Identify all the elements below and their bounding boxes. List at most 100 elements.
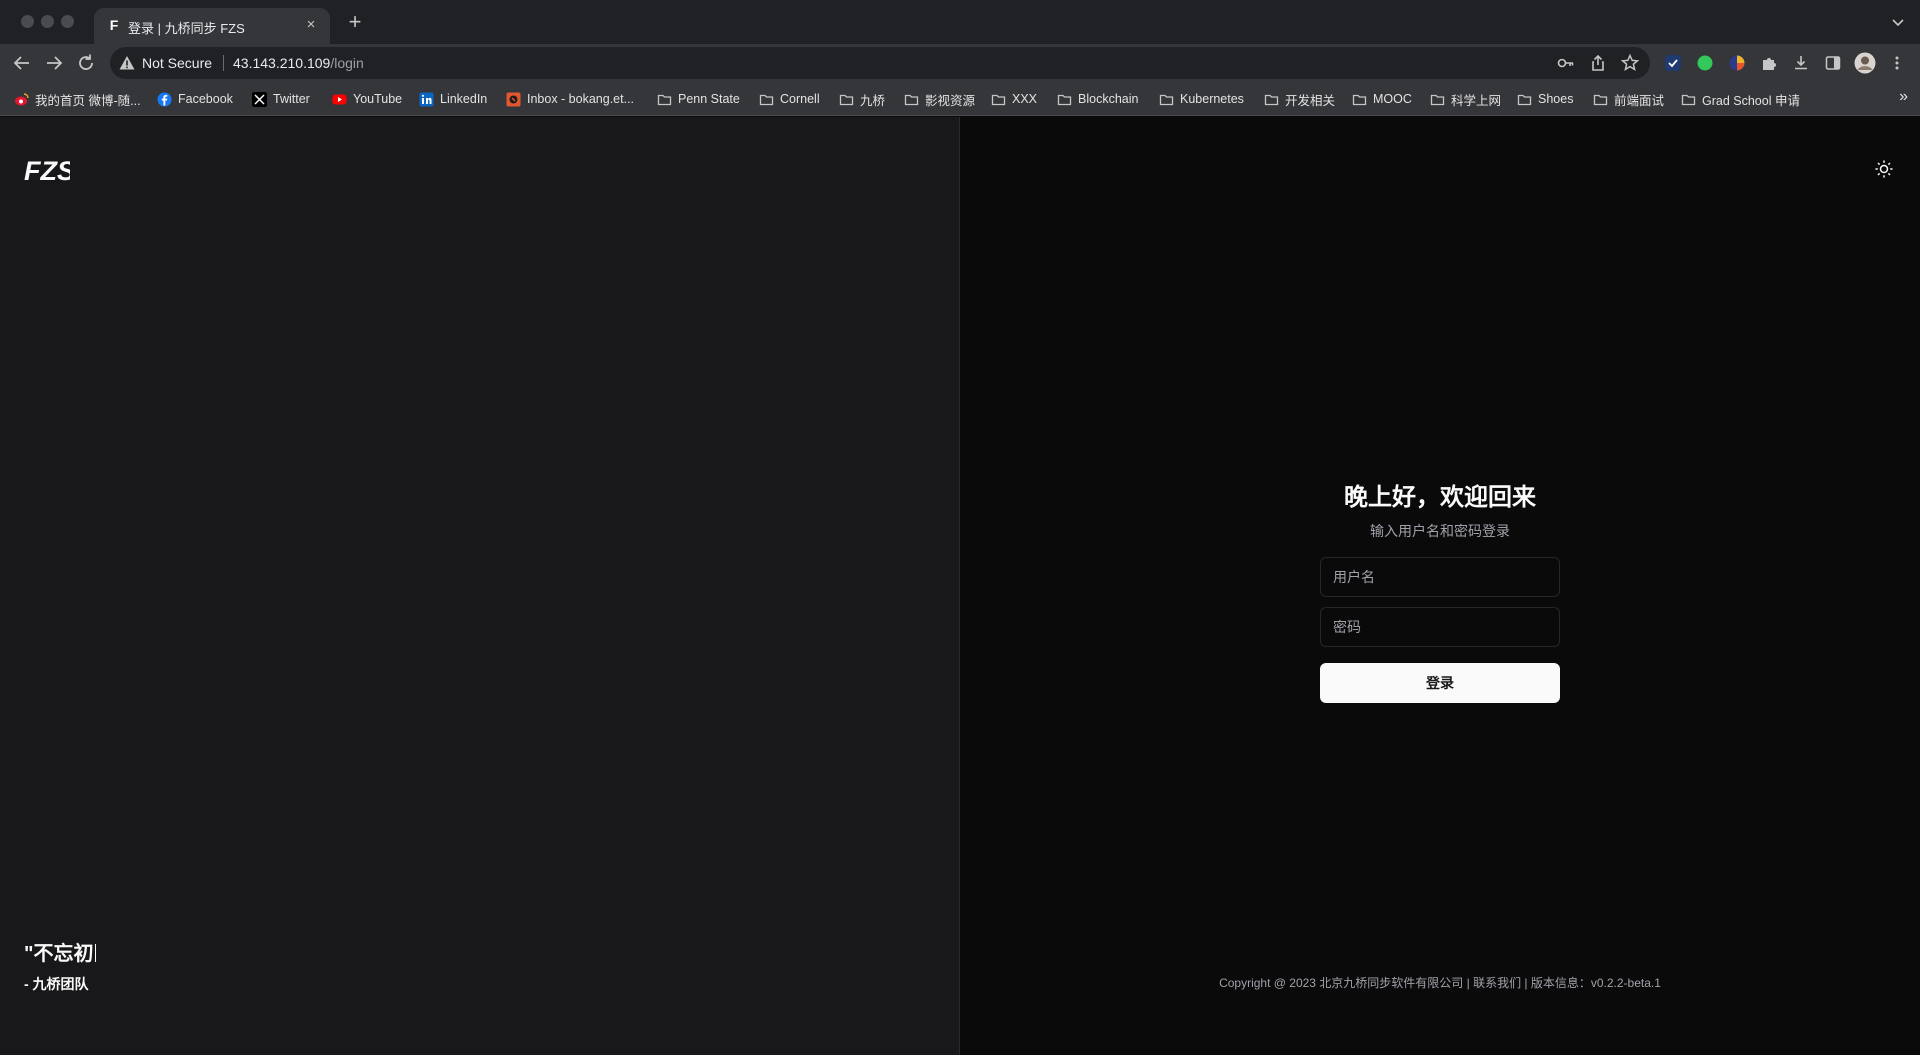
color-picker-extension-icon[interactable] xyxy=(1726,52,1748,74)
bookmark-folder-jiuqiao[interactable]: 九桥 xyxy=(839,90,885,108)
folder-icon xyxy=(1593,94,1608,105)
bookmark-label: YouTube xyxy=(353,92,403,106)
address-bar[interactable]: Not Secure 43.143.210.109/login xyxy=(110,47,1650,79)
bookmark-folder-kubernetes[interactable]: Kubernetes xyxy=(1159,90,1244,108)
new-tab-button[interactable]: + xyxy=(344,11,366,34)
url-host: 43.143.210.109 xyxy=(233,55,331,71)
folder-icon xyxy=(1517,94,1532,105)
login-form: 晚上好，欢迎回来 输入用户名和密码登录 登录 xyxy=(1320,477,1560,703)
forward-arrow-icon[interactable] xyxy=(42,51,66,75)
bookmark-folder-dev[interactable]: 开发相关 xyxy=(1264,90,1335,108)
browser-tab-active[interactable]: F 登录 | 九桥同步 FZS × xyxy=(94,8,330,44)
bookmark-label: LinkedIn xyxy=(440,92,488,106)
folder-icon xyxy=(1430,94,1445,105)
bookmark-label: Inbox - bokang.et... xyxy=(527,92,635,106)
fzs-logo: FZS xyxy=(24,156,70,185)
bookmark-youtube[interactable]: YouTube xyxy=(332,90,402,108)
bookmark-label: Penn State xyxy=(678,92,740,106)
bookmark-folder-grad-school[interactable]: Grad School 申请 xyxy=(1681,90,1800,108)
folder-icon xyxy=(1159,94,1174,105)
brand-panel: FZS "不忘初 - 九桥团队 xyxy=(0,117,960,1055)
security-status-label[interactable]: Not Secure xyxy=(142,55,212,71)
browser-menu-icon[interactable] xyxy=(1886,52,1908,74)
url-path: /login xyxy=(330,55,364,71)
typing-caret xyxy=(95,944,97,962)
folder-icon xyxy=(839,94,854,105)
tab-favicon-icon: F xyxy=(109,17,119,33)
bookmark-label: Shoes xyxy=(1538,92,1574,106)
warning-triangle-icon[interactable] xyxy=(118,54,136,72)
bookmark-weibo[interactable]: 我的首页 微博-随... xyxy=(14,90,141,108)
maximize-window-button[interactable] xyxy=(61,15,74,28)
bookmark-linkedin[interactable]: LinkedIn xyxy=(419,90,487,108)
folder-icon xyxy=(1057,94,1072,105)
bookmark-star-icon[interactable] xyxy=(1620,53,1640,73)
download-icon[interactable] xyxy=(1790,52,1812,74)
svg-text:FZS: FZS xyxy=(24,156,70,185)
folder-icon xyxy=(1352,94,1367,105)
bookmark-label: 科学上网 xyxy=(1451,93,1502,108)
login-title: 晚上好，欢迎回来 xyxy=(1344,484,1536,511)
bookmark-folder-mooc[interactable]: MOOC xyxy=(1352,90,1412,108)
bookmark-folder-cornell[interactable]: Cornell xyxy=(759,90,820,108)
bookmark-inbox[interactable]: Inbox - bokang.et... xyxy=(506,90,634,108)
folder-icon xyxy=(904,94,919,105)
folder-icon xyxy=(759,94,774,105)
puzzle-extensions-icon[interactable] xyxy=(1758,52,1780,74)
bookmark-folder-shoes[interactable]: Shoes xyxy=(1517,90,1573,108)
bookmark-label: Twitter xyxy=(273,92,310,106)
password-key-icon[interactable] xyxy=(1556,53,1576,73)
tab-close-icon[interactable]: × xyxy=(302,16,320,34)
bookmark-label: 九桥 xyxy=(860,93,886,108)
extension-toolbar xyxy=(1662,52,1908,74)
folder-icon xyxy=(1264,94,1279,105)
folder-icon xyxy=(991,94,1006,105)
sun-theme-toggle-icon[interactable] xyxy=(1874,159,1894,179)
linkedin-icon xyxy=(419,92,434,106)
green-status-extension-icon[interactable] xyxy=(1694,52,1716,74)
bookmark-label: MOOC xyxy=(1373,92,1412,106)
folder-icon xyxy=(1681,94,1696,105)
username-input[interactable] xyxy=(1320,557,1560,597)
bookmark-folder-proxy[interactable]: 科学上网 xyxy=(1430,90,1501,108)
bookmark-facebook[interactable]: Facebook xyxy=(157,90,233,108)
share-icon[interactable] xyxy=(1588,53,1608,73)
copyright-footer: Copyright @ 2023 北京九桥同步软件有限公司 | 联系我们 | 版… xyxy=(1219,976,1661,990)
bookmark-folder-interview[interactable]: 前端面试 xyxy=(1593,90,1664,108)
bookmark-twitter[interactable]: Twitter xyxy=(252,90,310,108)
close-window-button[interactable] xyxy=(21,15,34,28)
weibo-icon xyxy=(15,92,29,105)
folder-icon xyxy=(657,94,672,105)
slogan-quote: "不忘初 xyxy=(24,937,97,966)
bookmark-folder-xxx[interactable]: XXX xyxy=(991,90,1037,108)
bookmark-label: Blockchain xyxy=(1078,92,1139,106)
password-input[interactable] xyxy=(1320,607,1560,647)
bookmark-label: XXX xyxy=(1012,92,1038,106)
x-twitter-icon xyxy=(252,91,267,107)
login-subtitle: 输入用户名和密码登录 xyxy=(1370,523,1510,539)
address-bar-actions xyxy=(1556,53,1640,73)
check-extension-icon[interactable] xyxy=(1662,52,1684,74)
bookmark-folder-media[interactable]: 影视资源 xyxy=(904,90,975,108)
profile-avatar[interactable] xyxy=(1854,52,1876,74)
bookmark-label: 开发相关 xyxy=(1285,93,1336,108)
bookmarks-overflow-button[interactable]: » xyxy=(1899,88,1908,106)
bookmarks-bar: 我的首页 微博-随... Facebook Twitter YouTube Li… xyxy=(0,82,1920,116)
tab-search-chevron-icon[interactable] xyxy=(1890,14,1906,30)
login-button[interactable]: 登录 xyxy=(1320,663,1560,703)
mail-icon xyxy=(506,92,521,106)
bookmark-label: Kubernetes xyxy=(1180,92,1244,106)
url-text[interactable]: 43.143.210.109/login xyxy=(233,55,364,71)
back-arrow-icon[interactable] xyxy=(10,51,34,75)
slogan-author: - 九桥团队 xyxy=(24,976,89,992)
reload-icon[interactable] xyxy=(74,51,98,75)
side-panel-icon[interactable] xyxy=(1822,52,1844,74)
bookmark-label: 影视资源 xyxy=(925,93,976,108)
address-divider xyxy=(223,55,224,71)
browser-toolbar: Not Secure 43.143.210.109/login xyxy=(0,44,1920,82)
minimize-window-button[interactable] xyxy=(41,15,54,28)
bookmark-folder-penn-state[interactable]: Penn State xyxy=(657,90,740,108)
bookmark-label: Facebook xyxy=(178,92,233,106)
browser-tab-strip: F 登录 | 九桥同步 FZS × + xyxy=(0,0,1920,44)
bookmark-folder-blockchain[interactable]: Blockchain xyxy=(1057,90,1138,108)
